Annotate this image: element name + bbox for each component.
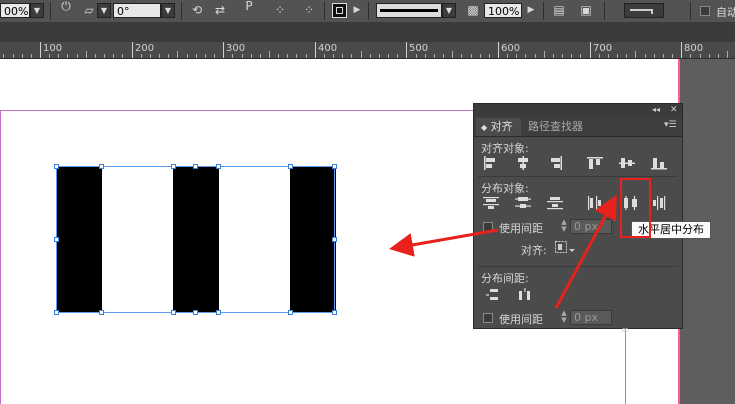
annotation-arrow-up	[554, 194, 617, 309]
annotation-arrows	[389, 194, 617, 309]
annotation-arrow-left	[389, 228, 499, 257]
